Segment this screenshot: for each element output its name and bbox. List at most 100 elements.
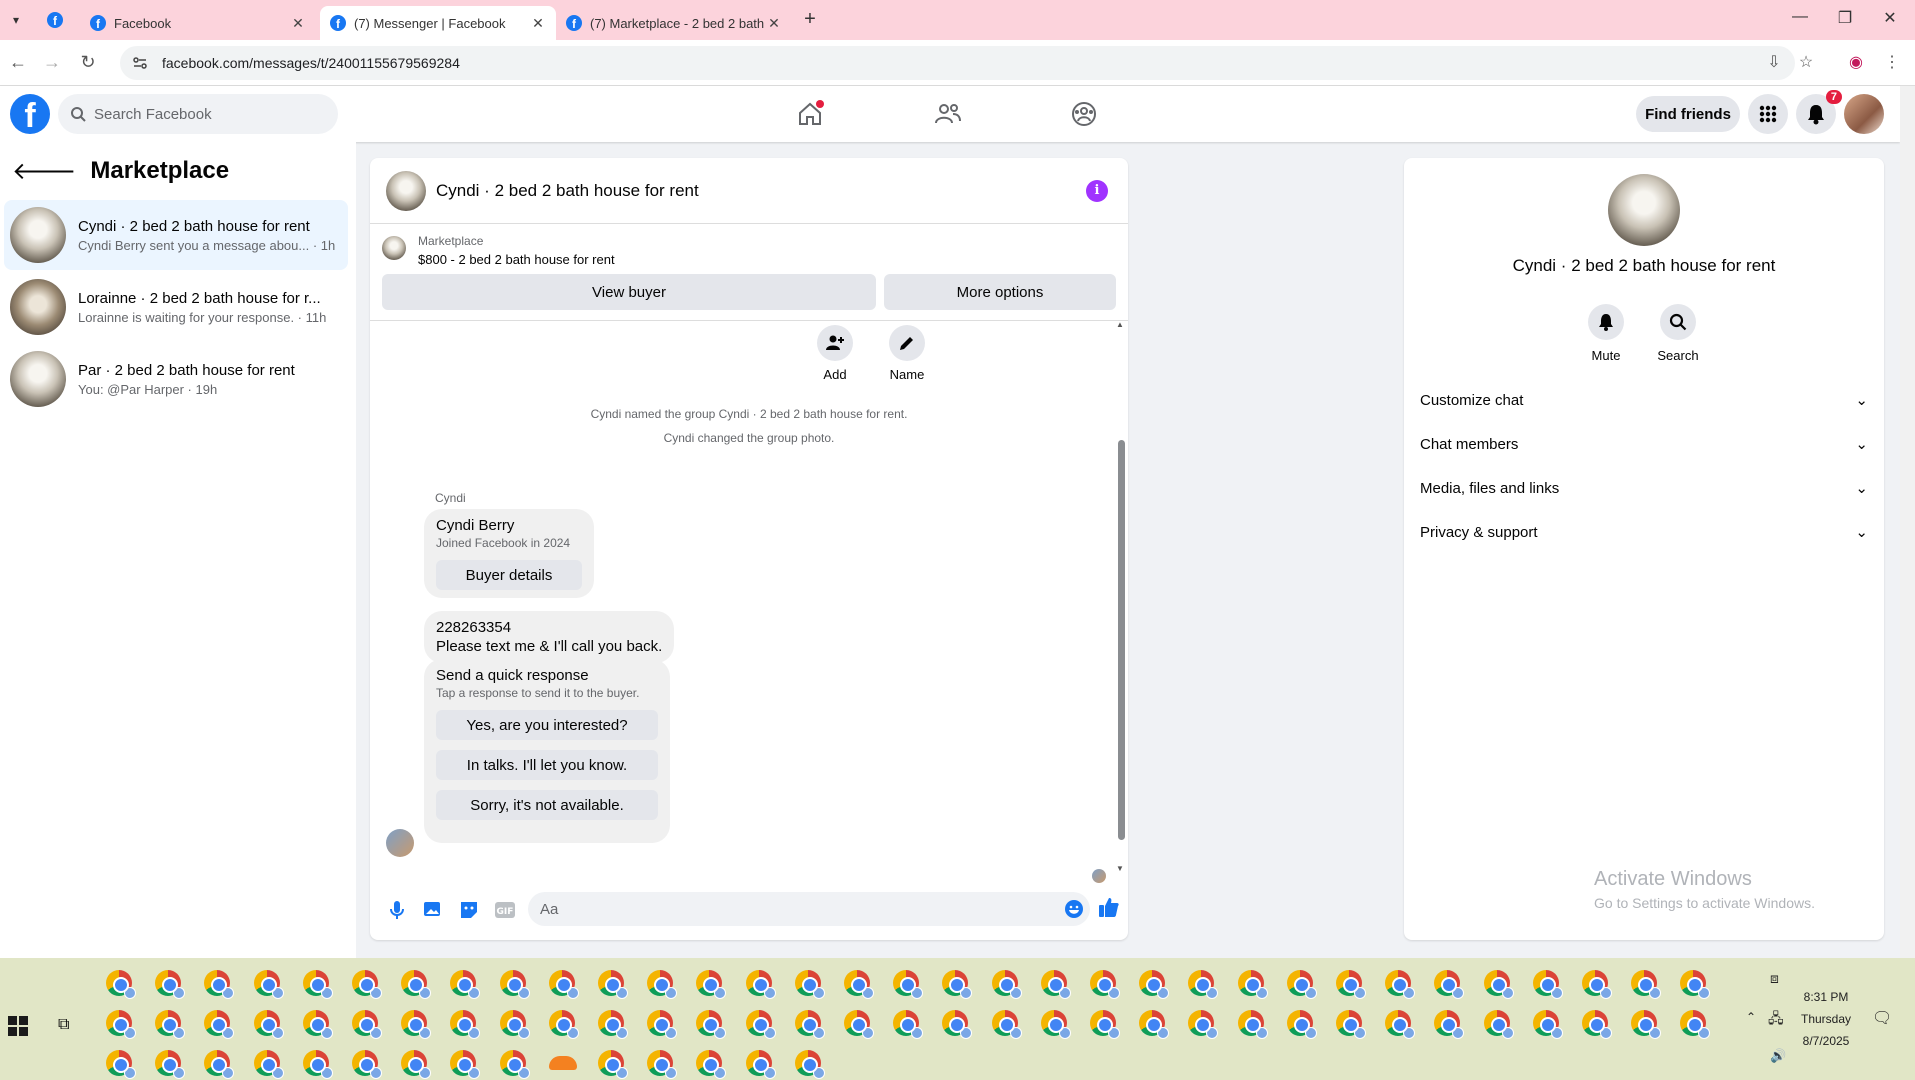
chrome-app-icon[interactable] bbox=[352, 970, 382, 999]
more-options-button[interactable]: More options bbox=[884, 274, 1116, 310]
chrome-app-icon[interactable] bbox=[794, 1010, 825, 1039]
chrome-app-icon[interactable] bbox=[499, 970, 530, 999]
chrome-app-icon[interactable] bbox=[893, 970, 924, 999]
chrome-app-icon[interactable] bbox=[204, 1010, 235, 1039]
facebook-search[interactable] bbox=[58, 94, 338, 134]
task-view-icon[interactable]: ⧉ bbox=[58, 1016, 69, 1034]
chat-title[interactable]: Cyndi · 2 bed 2 bath house for rent bbox=[436, 181, 699, 201]
chrome-app-icon[interactable] bbox=[401, 970, 432, 999]
site-settings-icon[interactable] bbox=[132, 55, 148, 71]
chrome-app-icon[interactable] bbox=[302, 970, 333, 999]
facebook-logo[interactable]: f bbox=[10, 94, 50, 134]
tray-device-icon[interactable]: ⧈ bbox=[1770, 970, 1779, 987]
scrollbar-thumb[interactable] bbox=[1118, 440, 1125, 840]
network-icon[interactable]: 🖧 bbox=[1768, 1008, 1784, 1032]
friends-nav[interactable] bbox=[928, 94, 968, 134]
volume-icon[interactable]: 🔊 bbox=[1770, 1048, 1786, 1064]
chrome-app-icon[interactable] bbox=[942, 1010, 973, 1039]
chrome-app-icon[interactable] bbox=[1631, 970, 1662, 999]
chrome-app-icon[interactable] bbox=[942, 970, 973, 999]
chat-members-section[interactable]: Chat members ⌄ bbox=[1420, 426, 1868, 462]
chrome-app-icon[interactable] bbox=[1532, 1010, 1563, 1039]
chrome-app-icon[interactable] bbox=[450, 1010, 481, 1039]
windows-start-icon[interactable] bbox=[8, 1016, 28, 1036]
chrome-app-icon[interactable] bbox=[106, 970, 136, 999]
chrome-app-icon[interactable] bbox=[1680, 1010, 1711, 1039]
scroll-down-icon[interactable]: ▼ bbox=[1116, 864, 1124, 873]
forward-icon[interactable]: → bbox=[40, 52, 64, 73]
voice-clip-icon[interactable] bbox=[382, 895, 412, 925]
sticker-icon[interactable] bbox=[454, 895, 484, 925]
quick-response-option[interactable]: In talks. I'll let you know. bbox=[436, 750, 658, 780]
chrome-app-icon[interactable] bbox=[1582, 1010, 1612, 1039]
chrome-app-icon[interactable] bbox=[352, 1050, 382, 1079]
show-hidden-icons-icon[interactable]: ⌃ bbox=[1746, 1010, 1756, 1024]
chrome-app-icon[interactable] bbox=[1286, 970, 1317, 999]
close-tab-icon[interactable]: ✕ bbox=[766, 15, 782, 32]
close-window-icon[interactable]: ✕ bbox=[1875, 8, 1905, 28]
customize-chat-section[interactable]: Customize chat ⌄ bbox=[1420, 382, 1868, 418]
chrome-app-icon[interactable] bbox=[991, 1010, 1022, 1039]
chrome-app-icon[interactable] bbox=[745, 970, 776, 999]
restore-icon[interactable]: ❐ bbox=[1830, 8, 1860, 28]
conversation-item[interactable]: Lorainne · 2 bed 2 bath house for r... L… bbox=[4, 272, 348, 342]
chrome-app-icon[interactable] bbox=[253, 1050, 284, 1079]
message-input-box[interactable] bbox=[528, 892, 1090, 926]
find-friends-button[interactable]: Find friends bbox=[1636, 96, 1740, 132]
chrome-app-icon[interactable] bbox=[450, 970, 481, 999]
groups-nav[interactable] bbox=[1064, 94, 1104, 134]
chrome-app-icon[interactable] bbox=[1188, 1010, 1219, 1039]
chrome-app-icon[interactable] bbox=[253, 970, 284, 999]
chrome-app-icon[interactable] bbox=[794, 1050, 825, 1079]
chrome-app-icon[interactable] bbox=[1483, 1010, 1514, 1039]
chrome-app-icon[interactable] bbox=[106, 1010, 136, 1039]
chrome-app-icon[interactable] bbox=[1680, 970, 1711, 999]
add-people-action[interactable]: Add bbox=[810, 325, 860, 382]
chrome-app-icon[interactable] bbox=[1040, 970, 1071, 999]
pinned-tab-facebook[interactable]: f bbox=[40, 8, 70, 32]
name-group-action[interactable]: Name bbox=[882, 325, 932, 382]
emoji-icon[interactable] bbox=[1064, 899, 1084, 919]
conversation-item[interactable]: Cyndi · 2 bed 2 bath house for rent Cynd… bbox=[4, 200, 348, 270]
chrome-app-icon[interactable] bbox=[1434, 1010, 1465, 1039]
quick-response-option[interactable]: Yes, are you interested? bbox=[436, 710, 658, 740]
search-input[interactable] bbox=[94, 105, 314, 123]
chrome-app-icon[interactable] bbox=[253, 1010, 284, 1039]
chrome-app-icon[interactable] bbox=[302, 1010, 333, 1039]
chrome-app-icon[interactable] bbox=[794, 970, 825, 999]
chrome-app-icon[interactable] bbox=[647, 1010, 678, 1039]
tab-messenger[interactable]: f (7) Messenger | Facebook ✕ bbox=[320, 6, 556, 40]
chrome-app-icon[interactable] bbox=[450, 1050, 481, 1079]
mute-action[interactable]: Mute bbox=[1576, 304, 1636, 363]
chrome-app-icon[interactable] bbox=[401, 1050, 432, 1079]
chrome-app-icon[interactable] bbox=[1483, 970, 1514, 999]
conversation-item[interactable]: Par · 2 bed 2 bath house for rent You: @… bbox=[4, 344, 348, 414]
chrome-app-icon[interactable] bbox=[1336, 1010, 1366, 1039]
profile-icon[interactable]: ◉ bbox=[1844, 52, 1868, 72]
chrome-app-icon[interactable] bbox=[598, 970, 628, 999]
chrome-app-icon[interactable] bbox=[647, 970, 678, 999]
menu-button[interactable] bbox=[1748, 94, 1788, 134]
chrome-app-icon[interactable] bbox=[1385, 970, 1416, 999]
chrome-app-icon[interactable] bbox=[204, 970, 235, 999]
page-scrollbar[interactable] bbox=[1900, 86, 1915, 958]
chrome-app-icon[interactable] bbox=[1336, 970, 1366, 999]
tab-facebook[interactable]: f Facebook ✕ bbox=[80, 6, 316, 40]
chrome-app-icon[interactable] bbox=[696, 1050, 727, 1079]
chrome-app-icon[interactable] bbox=[1188, 970, 1219, 999]
chrome-app-icon[interactable] bbox=[1631, 1010, 1662, 1039]
close-tab-icon[interactable]: ✕ bbox=[530, 15, 546, 32]
chrome-app-icon[interactable] bbox=[1090, 1010, 1120, 1039]
chrome-app-icon[interactable] bbox=[1385, 1010, 1416, 1039]
chrome-app-icon[interactable] bbox=[745, 1050, 776, 1079]
bookmark-star-icon[interactable]: ☆ bbox=[1794, 52, 1818, 72]
chrome-app-icon[interactable] bbox=[401, 1010, 432, 1039]
scroll-up-icon[interactable]: ▲ bbox=[1116, 320, 1124, 329]
chrome-app-icon[interactable] bbox=[352, 1010, 382, 1039]
photo-icon[interactable] bbox=[418, 895, 448, 925]
privacy-support-section[interactable]: Privacy & support ⌄ bbox=[1420, 514, 1868, 550]
chrome-app-icon[interactable] bbox=[1040, 1010, 1071, 1039]
tab-search-chevron-icon[interactable]: ▾ bbox=[6, 10, 26, 30]
chrome-app-icon[interactable] bbox=[499, 1050, 530, 1079]
notification-center-icon[interactable]: 🗨 bbox=[1872, 1008, 1892, 1028]
